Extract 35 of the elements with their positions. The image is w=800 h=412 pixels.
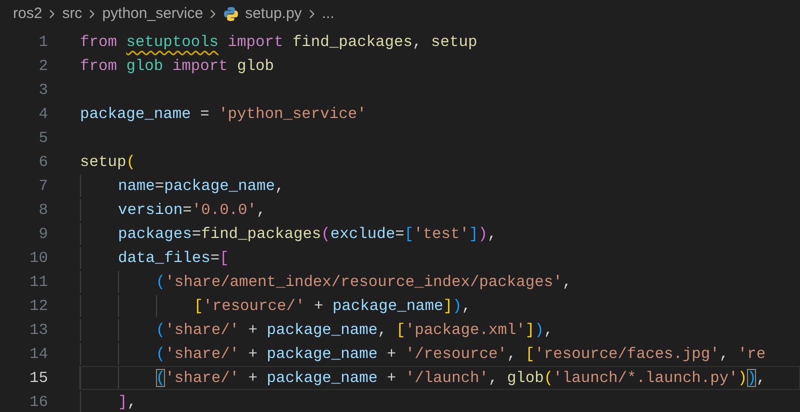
line-number: 6 (38, 152, 48, 173)
line-number: 10 (28, 248, 48, 269)
line-number: 1 (38, 32, 48, 53)
line-number: 14 (28, 344, 48, 365)
breadcrumb-item[interactable]: src (62, 2, 82, 26)
line-number: 4 (38, 104, 48, 125)
code-line[interactable]: data_files=[ (79, 246, 800, 270)
code-line[interactable]: ('share/ament_index/resource_index/packages', (79, 270, 800, 294)
line-number: 9 (38, 224, 48, 245)
line-number: 12 (28, 296, 48, 317)
breadcrumb-item[interactable]: setup.py (245, 2, 302, 26)
breadcrumb-item[interactable]: python_service (102, 2, 204, 26)
code-line[interactable]: version='0.0.0', (79, 198, 800, 222)
code-line[interactable]: from setuptools import find_packages, setup (79, 30, 800, 54)
code-line[interactable]: ['resource/' + package_name]), (79, 294, 800, 318)
code-line[interactable]: ('share/' + package_name, ['package.xml']), (79, 318, 800, 342)
line-number: 2 (38, 56, 48, 77)
line-number: 11 (28, 272, 48, 293)
breadcrumb-item[interactable]: ... (322, 2, 334, 26)
line-number: 13 (28, 320, 48, 341)
code-line[interactable]: from glob import glob (79, 54, 800, 78)
line-number: 3 (38, 80, 48, 101)
line-number: 16 (28, 392, 48, 412)
line-number: 5 (38, 128, 48, 149)
line-number: 8 (38, 200, 48, 221)
line-number: 7 (38, 176, 48, 197)
line-number: 15 (28, 368, 48, 389)
code-line[interactable]: package_name = 'python_service' (79, 102, 800, 126)
code-line[interactable]: setup( (79, 150, 800, 174)
python-file-icon (223, 6, 240, 22)
code-line[interactable]: ('share/' + package_name + '/resource', ['resource/faces.jpg', 're (79, 342, 800, 366)
breadcrumb-item[interactable]: ros2 (13, 2, 42, 26)
code-line[interactable]: ], (79, 390, 800, 412)
code-line[interactable]: packages=find_packages(exclude=['test']), (79, 222, 800, 246)
code-line[interactable]: name=package_name, (79, 174, 800, 198)
